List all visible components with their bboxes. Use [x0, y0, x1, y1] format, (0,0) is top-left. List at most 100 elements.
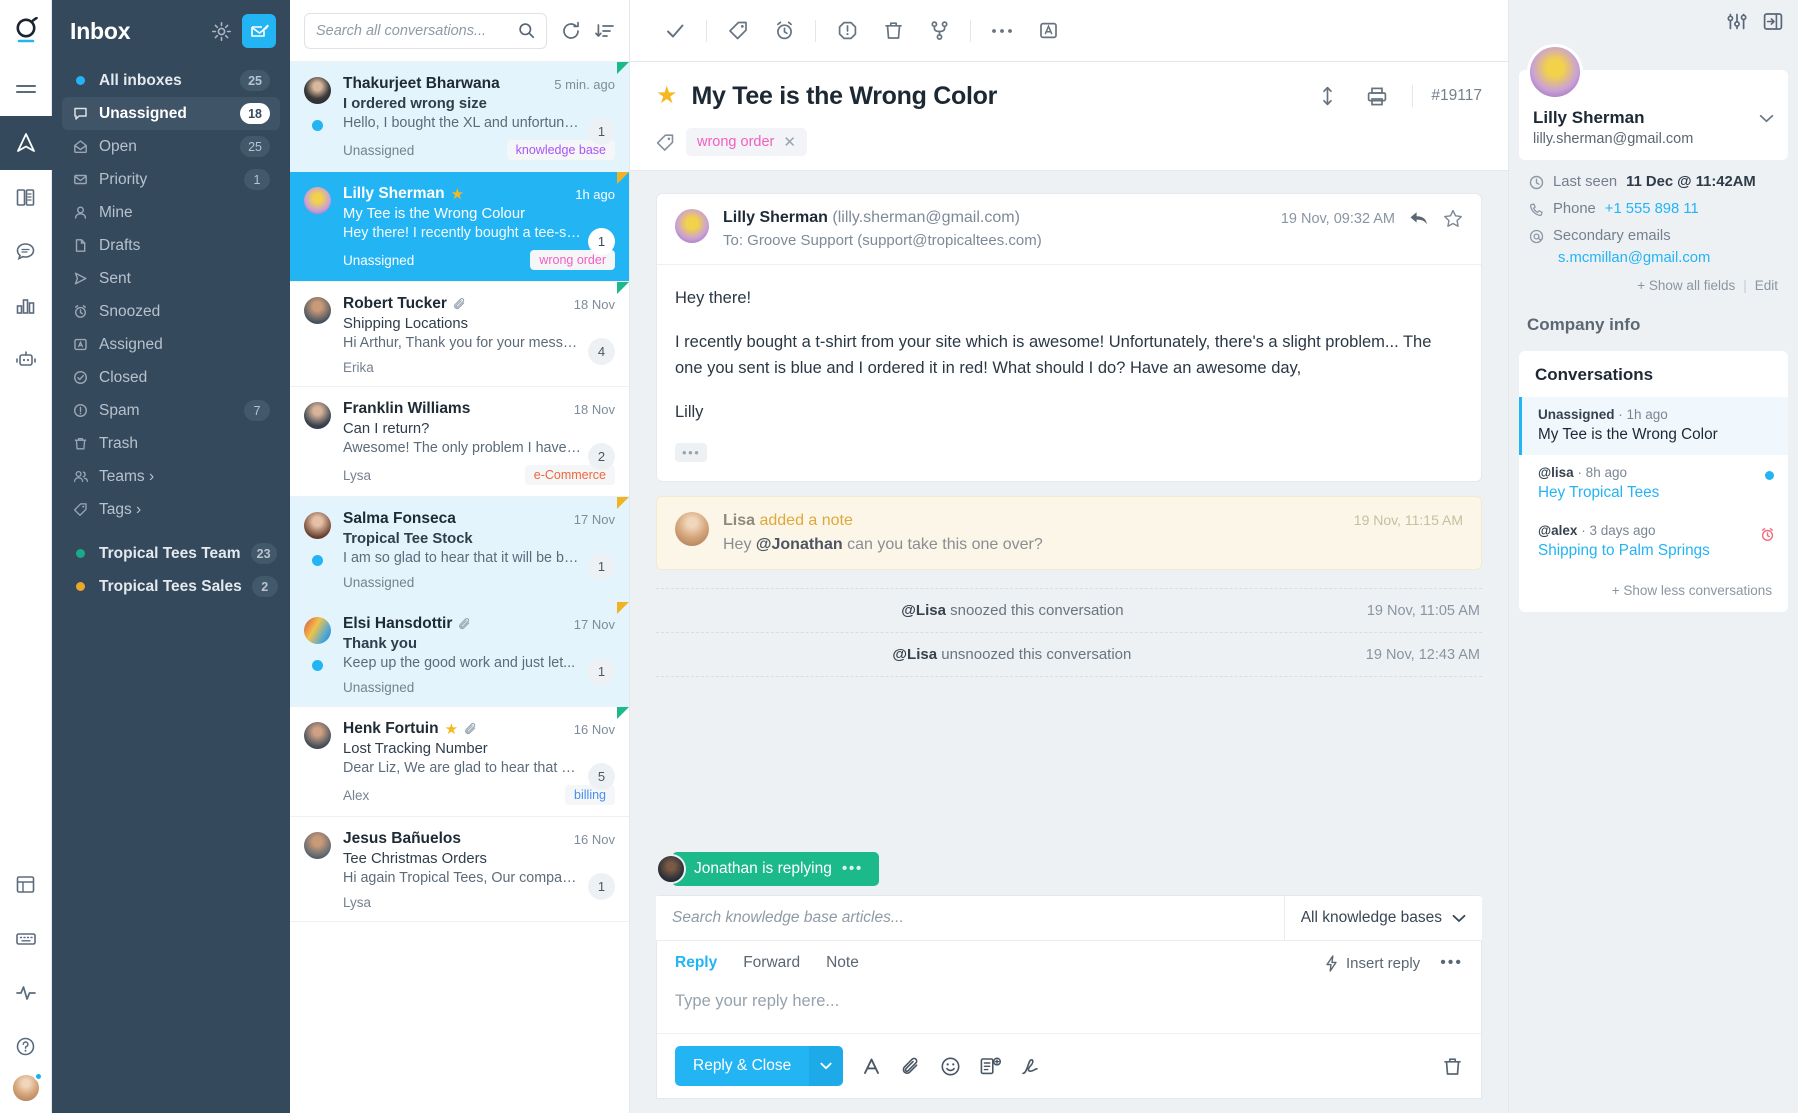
search-box[interactable] — [304, 12, 547, 49]
knowledge-base-select[interactable]: All knowledge bases — [1283, 896, 1482, 940]
more-dots-icon[interactable]: ••• — [1440, 954, 1463, 972]
navigator-icon[interactable] — [0, 116, 52, 170]
collapse-panel-icon[interactable] — [1762, 11, 1784, 32]
conversation-thread[interactable]: Lilly Sherman (lilly.sherman@gmail.com) … — [630, 171, 1508, 852]
star-icon[interactable]: ★ — [656, 84, 678, 108]
insert-reply-button[interactable]: Insert reply — [1325, 955, 1420, 972]
tab-forward[interactable]: Forward — [743, 954, 800, 972]
sidebar-item-open[interactable]: Open 25 — [62, 130, 280, 163]
sidebar-group-tropical-tees-team[interactable]: Tropical Tees Team 23 — [62, 537, 280, 570]
tag-icon[interactable] — [656, 133, 675, 152]
collapse-expand-icon[interactable] — [1304, 76, 1350, 116]
merge-icon[interactable] — [916, 11, 962, 51]
conversation-list-item[interactable]: Henk Fortuin ★ 16 Nov Lost Tracking Number D… — [290, 707, 629, 817]
contact-conversation-item[interactable]: Unassigned · 1h ago My Tee is the Wrong … — [1519, 397, 1788, 455]
reply-textarea[interactable]: Type your reply here... — [657, 982, 1481, 1033]
help-icon[interactable] — [0, 1019, 52, 1073]
conversation-list-item[interactable]: Franklin Williams 18 Nov Can I return? Awes… — [290, 387, 629, 497]
conversation-list-item[interactable]: Lilly Sherman ★ 1h ago My Tee is the Wrong … — [290, 172, 629, 282]
reply-arrow-icon[interactable] — [1409, 210, 1429, 227]
priority-icon[interactable] — [824, 11, 870, 51]
conversation-tag-pill[interactable]: wrong order ✕ — [686, 128, 807, 156]
edit-contact-link[interactable]: Edit — [1755, 278, 1778, 293]
print-icon[interactable] — [1354, 76, 1400, 116]
star-outline-icon[interactable] — [1443, 209, 1463, 228]
show-less-conversations-link[interactable]: + Show less conversations — [1519, 571, 1788, 612]
gear-icon[interactable] — [211, 21, 232, 42]
note-author: Lisa — [723, 512, 756, 530]
sidebar-item-all-inboxes[interactable]: All inboxes 25 — [62, 64, 280, 97]
text-format-icon[interactable] — [861, 1056, 883, 1077]
snooze-alarm-icon[interactable] — [761, 11, 807, 51]
sidebar-item-priority[interactable]: Priority 1 — [62, 163, 280, 196]
knowledge-base-icon[interactable] — [0, 170, 52, 224]
star-icon[interactable]: ★ — [445, 722, 458, 737]
search-input[interactable] — [316, 22, 512, 39]
sidebar-item-drafts[interactable]: Drafts — [62, 229, 280, 262]
bot-icon[interactable] — [0, 332, 52, 386]
tag-icon[interactable] — [715, 11, 761, 51]
more-dots-icon[interactable] — [979, 11, 1025, 51]
sender-email: (lilly.sherman@gmail.com) — [832, 209, 1020, 226]
sidebar-item-snoozed[interactable]: Snoozed — [62, 295, 280, 328]
close-check-icon[interactable] — [652, 11, 698, 51]
contact-conversation-item[interactable]: @lisa · 8h ago Hey Tropical Tees — [1519, 455, 1788, 513]
contact-phone-value[interactable]: +1 555 898 11 — [1605, 201, 1699, 217]
tab-reply[interactable]: Reply — [675, 954, 717, 972]
sidebar-item-spam[interactable]: Spam 7 — [62, 394, 280, 427]
groove-logo-icon[interactable] — [0, 0, 51, 62]
send-options-caret-icon[interactable] — [809, 1046, 844, 1086]
sidebar-item-unassigned[interactable]: Unassigned 18 — [62, 97, 280, 130]
expand-quoted-text-icon[interactable]: ••• — [675, 443, 708, 463]
refresh-icon[interactable] — [561, 21, 581, 41]
reports-icon[interactable] — [0, 278, 52, 332]
pulse-icon[interactable] — [0, 965, 52, 1019]
chat-icon[interactable] — [0, 224, 52, 278]
emoji-icon[interactable] — [940, 1056, 961, 1077]
knowledge-base-search-input[interactable] — [656, 896, 1284, 940]
grid-icon[interactable] — [0, 857, 52, 911]
star-icon[interactable]: ★ — [451, 187, 464, 202]
sidebar-item-teams[interactable]: Teams › — [62, 460, 280, 493]
compose-button[interactable] — [242, 14, 276, 48]
sort-icon[interactable] — [595, 21, 615, 41]
sidebar-item-mine[interactable]: Mine — [62, 196, 280, 229]
close-icon[interactable]: ✕ — [783, 133, 796, 151]
contact-name-row: Lilly Sherman — [1533, 108, 1774, 128]
signature-icon[interactable] — [1020, 1056, 1041, 1077]
trash-icon — [72, 436, 89, 451]
sidebar-group-tropical-tees-sales[interactable]: Tropical Tees Sales 2 — [62, 570, 280, 603]
tag-label: wrong order — [697, 134, 775, 150]
assignee-label: Erika — [343, 360, 374, 375]
sidebar-item-closed[interactable]: Closed — [62, 361, 280, 394]
delete-trash-icon[interactable] — [870, 11, 916, 51]
conversation-list-item[interactable]: Elsi Hansdottir 17 Nov Thank you Keep up th… — [290, 602, 629, 707]
canned-reply-icon[interactable] — [979, 1056, 1002, 1077]
attachment-icon[interactable] — [901, 1056, 922, 1077]
show-all-fields-link[interactable]: + Show all fields — [1637, 278, 1735, 293]
assign-icon[interactable] — [1025, 11, 1071, 51]
sidebar-item-sent[interactable]: Sent — [62, 262, 280, 295]
chevron-down-icon[interactable] — [1759, 114, 1774, 123]
menu-icon[interactable] — [0, 62, 52, 116]
keyboard-icon[interactable] — [0, 911, 52, 965]
discard-draft-icon[interactable] — [1442, 1056, 1463, 1077]
conversation-list[interactable]: Thakurjeet Bharwana 5 min. ago I ordered w… — [290, 62, 629, 1113]
panel-settings-icon[interactable] — [1726, 11, 1748, 32]
event-timestamp: 19 Nov, 12:43 AM — [1365, 646, 1480, 663]
tab-note[interactable]: Note — [826, 954, 859, 972]
current-user-avatar[interactable] — [10, 1072, 43, 1103]
sidebar-item-trash[interactable]: Trash — [62, 427, 280, 460]
contact-email: lilly.sherman@gmail.com — [1533, 131, 1694, 147]
sidebar-item-tags[interactable]: Tags › — [62, 493, 280, 526]
sidebar-item-assigned[interactable]: Assigned — [62, 328, 280, 361]
conversation-list-item[interactable]: Salma Fonseca 17 Nov Tropical Tee Stock I a… — [290, 497, 629, 602]
send-icon — [72, 271, 89, 286]
conversation-list-item[interactable]: Robert Tucker 18 Nov Shipping Locations Hi … — [290, 282, 629, 387]
conversation-list-item[interactable]: Jesus Bañuelos 16 Nov Tee Christmas Orders… — [290, 817, 629, 922]
contact-conversation-item[interactable]: @alex · 3 days ago Shipping to Palm Spri… — [1519, 513, 1788, 571]
message-count-badge: 1 — [588, 118, 615, 145]
contact-secondary-email[interactable]: s.mcmillan@gmail.com — [1529, 250, 1778, 266]
conversation-list-item[interactable]: Thakurjeet Bharwana 5 min. ago I ordered w… — [290, 62, 629, 172]
reply-and-close-button[interactable]: Reply & Close — [675, 1046, 810, 1086]
